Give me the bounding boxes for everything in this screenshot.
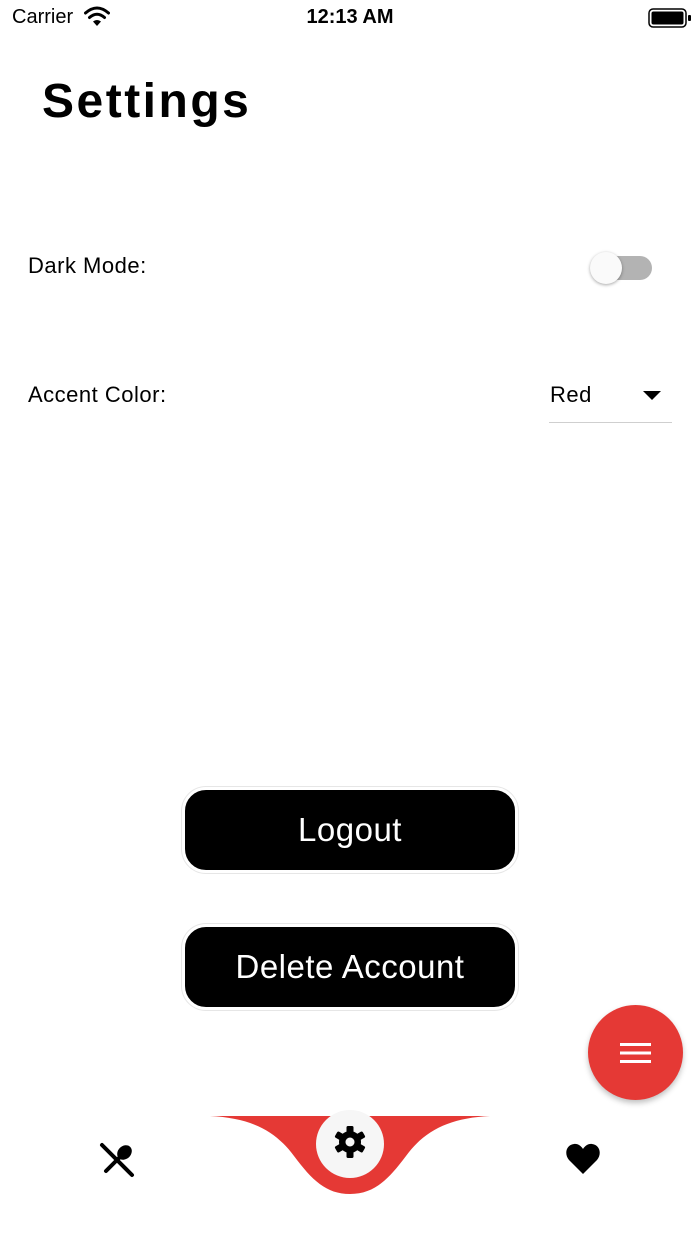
gear-icon	[334, 1126, 366, 1158]
menu-icon	[620, 1043, 651, 1063]
logout-button[interactable]: Logout	[182, 787, 518, 873]
settings-screen: Carrier 12:13 AM Settings Dark Mode: Acc…	[0, 0, 700, 1244]
caret-down-icon	[643, 391, 661, 400]
accent-color-dropdown[interactable]: Red	[549, 372, 672, 423]
status-bar: Carrier 12:13 AM	[0, 0, 700, 40]
toggle-knob	[590, 252, 622, 284]
status-time: 12:13 AM	[306, 6, 394, 28]
battery-icon	[648, 8, 691, 28]
heart-icon	[566, 1143, 600, 1174]
page-title: Settings	[42, 75, 252, 128]
nav-item-settings[interactable]	[316, 1110, 384, 1178]
bottom-navigation	[0, 1110, 700, 1244]
nav-item-recipes[interactable]	[99, 1142, 135, 1178]
accent-color-value: Red	[550, 382, 592, 407]
utensils-icon	[100, 1143, 134, 1177]
menu-fab-button[interactable]	[588, 1005, 683, 1100]
nav-item-favorites[interactable]	[565, 1142, 601, 1176]
dark-mode-label: Dark Mode:	[28, 253, 147, 278]
dark-mode-toggle[interactable]	[588, 250, 654, 286]
accent-color-label: Accent Color:	[28, 382, 167, 407]
delete-account-button[interactable]: Delete Account	[182, 924, 518, 1010]
